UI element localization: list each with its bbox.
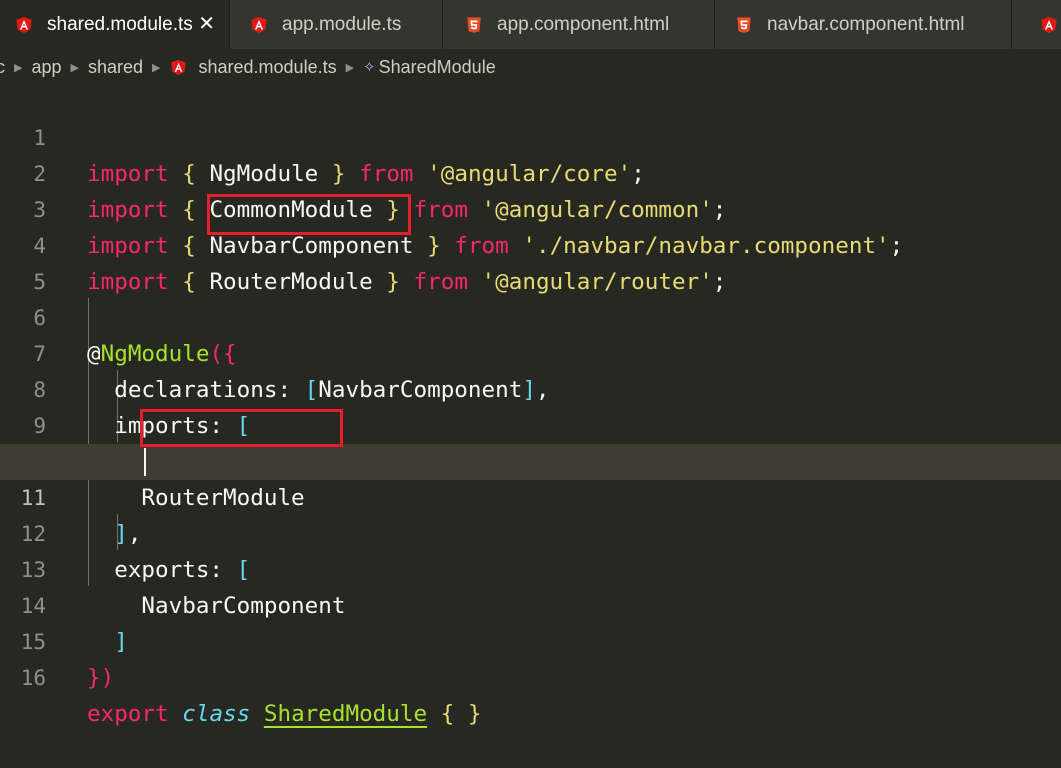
code-line: 8 imports: [ — [0, 336, 1061, 439]
line-number: 16 — [20, 666, 46, 690]
breadcrumb: rc ▶ app ▶ shared ▶ shared.module.ts ▶ ✧… — [0, 49, 1061, 85]
close-icon[interactable]: ✕ — [198, 11, 215, 36]
code-line: 3 import { NavbarComponent } from './nav… — [0, 156, 1061, 259]
class-symbol-icon: ✧ — [363, 59, 376, 76]
breadcrumb-item-symbol[interactable]: ✧ SharedModule — [363, 57, 496, 78]
code-line: 4 import { RouterModule } from '@angular… — [0, 192, 1061, 295]
code-line: 13 NavbarComponent — [0, 516, 1061, 619]
code-line-current: 11 ], — [0, 444, 1061, 547]
tab-navbar-component-html[interactable]: navbar.component.html — [715, 0, 1012, 49]
code-line: 15 }) — [0, 588, 1061, 691]
tab-overflow[interactable] — [1012, 0, 1061, 49]
tab-label: app.module.ts — [282, 13, 402, 35]
tab-label: app.component.html — [497, 13, 670, 35]
breadcrumb-item-src[interactable]: rc — [0, 57, 5, 78]
code-text: export class SharedModule { } — [87, 701, 482, 727]
code-line: 16 export class SharedModule { } — [0, 624, 1061, 727]
tab-shared-module[interactable]: shared.module.ts ✕ — [0, 0, 230, 49]
chevron-right-icon: ▶ — [70, 61, 79, 74]
angular-icon — [1040, 16, 1058, 34]
highlight-box-routermodule-import — [207, 194, 411, 235]
text-cursor — [144, 448, 146, 476]
chevron-right-icon: ▶ — [152, 61, 161, 74]
html5-icon — [465, 16, 483, 34]
tab-app-module[interactable]: app.module.ts — [230, 0, 443, 49]
angular-icon — [170, 59, 187, 76]
code-line: 7 declarations: [NavbarComponent], — [0, 300, 1061, 403]
html5-icon — [735, 16, 753, 34]
highlight-box-routermodule-imports-array — [140, 409, 343, 447]
tab-label: shared.module.ts — [47, 13, 193, 35]
chevron-right-icon: ▶ — [345, 61, 355, 74]
code-line: 14 ] — [0, 552, 1061, 655]
breadcrumb-symbol-label: SharedModule — [378, 56, 496, 77]
chevron-right-icon: ▶ — [14, 61, 23, 74]
angular-icon — [250, 16, 268, 34]
code-line: 9 CommonModule, — [0, 372, 1061, 475]
code-line: 5 — [0, 228, 1061, 294]
tab-app-component-html[interactable]: app.component.html — [443, 0, 715, 49]
breadcrumb-item-file[interactable]: shared.module.ts — [170, 57, 337, 78]
breadcrumb-item-shared[interactable]: shared — [88, 57, 143, 78]
tab-label: navbar.component.html — [767, 13, 965, 35]
code-line: 12 exports: [ — [0, 480, 1061, 583]
code-line: 1 import { NgModule } from '@angular/cor… — [0, 84, 1061, 187]
code-text: }) — [87, 665, 115, 691]
breadcrumb-file-label: shared.module.ts — [198, 56, 337, 77]
code-line: 6 @NgModule({ — [0, 264, 1061, 367]
code-line: 2 import { CommonModule } from '@angular… — [0, 120, 1061, 223]
breadcrumb-item-app[interactable]: app — [31, 57, 61, 78]
tab-bar: shared.module.ts ✕ app.module.ts app.com… — [0, 0, 1061, 49]
angular-icon — [15, 16, 33, 34]
code-editor[interactable]: 1 import { NgModule } from '@angular/cor… — [0, 84, 1061, 727]
